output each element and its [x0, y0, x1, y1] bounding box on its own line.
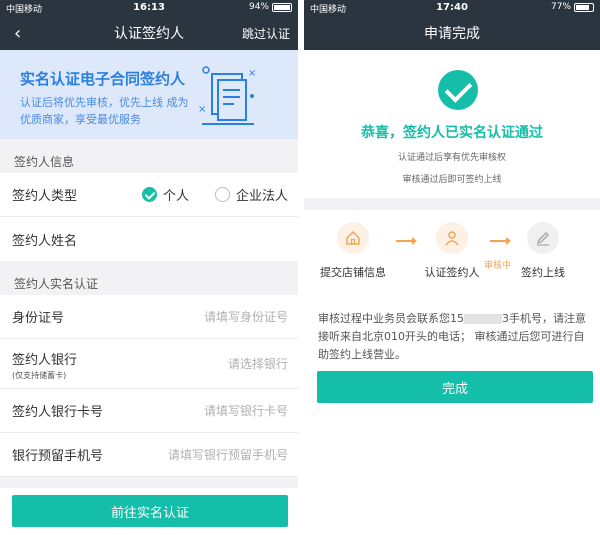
phone-input[interactable]: 请填写银行预留手机号 — [168, 446, 288, 463]
page-title-right: 申请完成 — [424, 26, 480, 42]
nav-bar: ‹ 认证签约人 跳过认证 — [0, 16, 298, 50]
status-bar-right: 中国移动 17:40 77% — [304, 0, 600, 16]
banner-subtitle: 认证后将优先审核，优先上线 成为优质商家，享受最优服务 — [20, 96, 189, 126]
bank-label: 签约人银行 — [12, 353, 78, 368]
done-button[interactable]: 完成 — [317, 371, 593, 403]
promo-banner: 实名认证电子合同签约人 认证后将优先审核，优先上线 成为优质商家，享受最优服务 … — [0, 50, 298, 139]
success-check-icon — [438, 70, 478, 110]
id-number-label: 身份证号 — [12, 311, 65, 326]
svg-text:×: × — [248, 68, 256, 79]
card-number-input[interactable]: 请填写银行卡号 — [204, 402, 288, 419]
success-note-2: 审核通过后即可签约上线 — [402, 175, 502, 185]
id-number-row[interactable]: 身份证号 请填写身份证号 — [0, 295, 298, 339]
battery-percent-right: 77% — [550, 2, 571, 12]
step-submit-store: 提交店铺信息 — [308, 222, 398, 280]
status-bar: 中国移动 16:13 94% — [0, 0, 298, 16]
signer-type-options: 个人 企业法人 — [141, 185, 288, 204]
review-description-part-1: 审核过程中业务员会联系您15 — [318, 312, 464, 325]
signer-type-label: 签约人类型 — [12, 189, 78, 204]
radio-personal[interactable] — [141, 187, 157, 202]
battery-indicator: 94% — [249, 2, 292, 12]
id-number-input[interactable]: 请填写身份证号 — [204, 308, 288, 325]
step-3-label: 签约上线 — [521, 266, 565, 279]
section-realname-auth: 签约人实名认证 — [14, 277, 99, 291]
step-sign-online: 签约上线 — [498, 222, 588, 280]
signer-name-label: 签约人姓名 — [12, 233, 78, 249]
radio-company[interactable] — [214, 187, 230, 202]
store-icon — [337, 222, 369, 254]
review-description: 审核过程中业务员会联系您15 3手机号，请注意接听来自北京010开头的电话； 审核… — [318, 310, 594, 364]
step-verify-signer: 认证签约人 — [407, 222, 497, 280]
person-icon — [436, 222, 468, 254]
battery-percent: 94% — [248, 2, 269, 12]
card-number-label: 签约人银行卡号 — [12, 405, 104, 420]
phone-label: 银行预留手机号 — [12, 449, 104, 464]
success-note-1: 认证通过后享有优先审核权 — [397, 153, 506, 163]
battery-icon — [272, 2, 292, 12]
radio-company-label[interactable]: 企业法人 — [236, 185, 288, 204]
top-bar-right: 中国移动 17:40 77% 申请完成 — [304, 0, 600, 50]
bank-select[interactable]: 请选择银行 — [228, 355, 288, 372]
pen-icon — [527, 222, 559, 254]
section-signer-info: 签约人信息 — [14, 155, 75, 169]
success-title: 恭喜，签约人已实名认证通过 — [361, 125, 543, 141]
section-divider — [304, 198, 600, 210]
right-screen: 中国移动 17:40 77% 申请完成 恭喜，签约人已实名认证通过 认证通过后享… — [304, 0, 600, 535]
battery-indicator-right: 77% — [551, 2, 594, 12]
bank-sublabel: (仅支持储蓄卡) — [12, 371, 67, 380]
radio-personal-label[interactable]: 个人 — [163, 185, 189, 204]
back-icon[interactable]: ‹ — [14, 23, 21, 44]
top-bar: 中国移动 16:13 94% ‹ 认证签约人 跳过认证 — [0, 0, 298, 50]
phone-row[interactable]: 银行预留手机号 请填写银行预留手机号 — [0, 433, 298, 477]
realname-auth-button[interactable]: 前往实名认证 — [12, 495, 288, 527]
signer-type-row: 签约人类型 个人 企业法人 — [0, 173, 298, 217]
battery-icon-right — [574, 2, 594, 12]
bank-row[interactable]: 签约人银行 (仅支持储蓄卡) 请选择银行 — [0, 339, 298, 389]
signer-name-row[interactable]: 签约人姓名 — [0, 217, 298, 261]
contract-illustration-icon: × × — [198, 66, 256, 125]
svg-text:×: × — [198, 104, 206, 115]
card-number-row[interactable]: 签约人银行卡号 请填写银行卡号 — [0, 389, 298, 433]
skip-button[interactable]: 跳过认证 — [242, 25, 290, 42]
banner-title: 实名认证电子合同签约人 — [20, 70, 186, 88]
page-title: 认证签约人 — [114, 26, 184, 42]
nav-bar-right: 申请完成 — [304, 16, 600, 50]
masked-phone — [464, 314, 502, 324]
left-screen: 中国移动 16:13 94% ‹ 认证签约人 跳过认证 实名认证电子合同签约人 … — [0, 0, 298, 535]
step-1-label: 提交店铺信息 — [320, 266, 386, 279]
